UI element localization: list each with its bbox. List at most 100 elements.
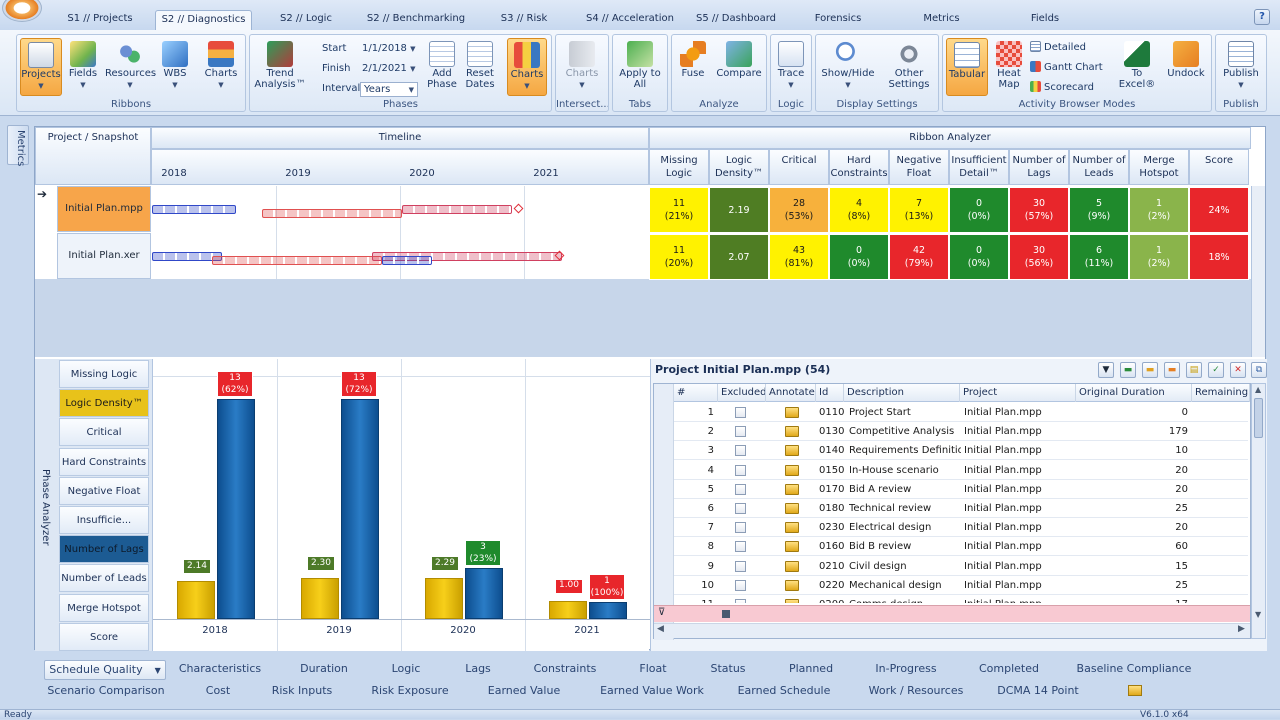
analyzer-cell[interactable]: 2.19 xyxy=(709,187,769,233)
grid-col-4[interactable]: Description xyxy=(844,384,960,402)
add-phase-button[interactable]: Add Phase xyxy=(424,38,460,96)
bar-logic-density-2019[interactable] xyxy=(301,578,339,619)
excluded-checkbox[interactable] xyxy=(735,407,746,418)
tab-fields[interactable]: Fields xyxy=(1018,10,1072,30)
analyzer-col-0[interactable]: Missing Logic xyxy=(649,149,709,185)
analyzer-cell[interactable]: 24% xyxy=(1189,187,1249,233)
analyzer-cell[interactable]: 6 (11%) xyxy=(1069,234,1129,280)
analyzer-cell[interactable]: 2.07 xyxy=(709,234,769,280)
excluded-checkbox[interactable] xyxy=(735,579,746,591)
tab-s2-diagnostics[interactable]: S2 // Diagnostics xyxy=(155,10,252,30)
bottom-tab2-2[interactable]: Risk Inputs xyxy=(262,683,342,701)
excluded-checkbox[interactable] xyxy=(735,426,746,438)
table-row[interactable]: 6 0180 Technical review Initial Plan.mpp 25 xyxy=(674,499,1248,518)
analyzer-cell[interactable]: 18% xyxy=(1189,234,1249,280)
analyzer-cell[interactable]: 4 (8%) xyxy=(829,187,889,233)
annotate-folder-icon[interactable] xyxy=(785,560,799,572)
help-icon[interactable]: ? xyxy=(1254,9,1270,25)
tab-s4-acceleration[interactable]: S4 // Acceleration xyxy=(577,10,683,30)
bar-number-of-lags-2019[interactable] xyxy=(341,399,379,619)
bar-logic-density-2018[interactable] xyxy=(177,581,215,619)
tab-s2-logic[interactable]: S2 // Logic xyxy=(262,10,350,30)
table-row[interactable]: 11 0200 Comms designInitial Plan.mpp17 xyxy=(674,595,1248,603)
analyzer-col-6[interactable]: Number of Lags xyxy=(1009,149,1069,185)
snapshot-initial-plan-mpp[interactable]: Initial Plan.mpp xyxy=(57,186,151,232)
projects-button[interactable]: Projects ▼ xyxy=(20,38,62,96)
excluded-checkbox[interactable] xyxy=(735,560,746,572)
table-row[interactable]: 10 0220 Mechanical design Initial Plan.mpp 2… xyxy=(674,576,1248,595)
to-excel-button[interactable]: To Excel® xyxy=(1115,38,1159,96)
gantt-bar[interactable] xyxy=(212,256,382,265)
grid-col-7[interactable]: Remaining D xyxy=(1192,384,1250,402)
filter-icon[interactable]: ▼ xyxy=(1098,362,1114,378)
trace-button[interactable]: Trace ▼ xyxy=(773,38,809,96)
tab-s3-risk[interactable]: S3 // Risk xyxy=(488,10,560,30)
bar-logic-density-2021[interactable] xyxy=(549,601,587,619)
excluded-checkbox[interactable] xyxy=(735,445,746,457)
analyzer-cell[interactable]: 5 (9%) xyxy=(1069,187,1129,233)
analyzer-col-9[interactable]: Score xyxy=(1189,149,1249,185)
charts-button[interactable]: Charts ▼ xyxy=(201,38,241,96)
delete-icon[interactable]: ✕ xyxy=(1230,362,1246,378)
analyzer-col-7[interactable]: Number of Leads xyxy=(1069,149,1129,185)
tab-forensics[interactable]: Forensics xyxy=(806,10,870,30)
bottom-tab2-3[interactable]: Risk Exposure xyxy=(362,683,458,701)
bar-logic-density-2020[interactable] xyxy=(425,578,463,619)
table-row[interactable]: 8 0160 Bid B review Initial Plan.mpp 60 xyxy=(674,537,1248,557)
bottom-tab-1[interactable]: Characteristics xyxy=(170,660,270,680)
bottom-tab2-4[interactable]: Earned Value xyxy=(478,683,570,701)
gantt-chart-button[interactable]: Gantt Chart xyxy=(1030,61,1103,73)
bottom-tab-2[interactable]: Duration xyxy=(290,660,358,680)
grid-col-6[interactable]: Original Duration xyxy=(1076,384,1192,402)
table-row[interactable]: 3 0140 Requirements Definition Initial Plan… xyxy=(674,441,1248,461)
upper-scrollbar[interactable] xyxy=(1251,186,1265,357)
excluded-checkbox[interactable] xyxy=(735,464,746,476)
phase-metric-2[interactable]: Critical xyxy=(59,418,149,447)
annotate-folder-icon[interactable] xyxy=(785,426,799,438)
analyzer-cell[interactable]: 30 (57%) xyxy=(1009,187,1069,233)
metrics-side-tab[interactable]: Metrics xyxy=(7,125,29,166)
start-date-value[interactable]: 1/1/2018 ▼ xyxy=(362,43,416,54)
bottom-tab-5[interactable]: Constraints xyxy=(520,660,610,680)
table-row[interactable]: 5 0170 Bid A review Initial Plan.mpp 20 xyxy=(674,480,1248,499)
excluded-checkbox[interactable] xyxy=(735,483,746,495)
table-row[interactable]: 7 0230 Electrical design Initial Plan.mpp 20 xyxy=(674,518,1248,538)
analyzer-cell[interactable]: 1 (2%) xyxy=(1129,187,1189,233)
chevron-down-icon[interactable]: ▼ xyxy=(155,666,161,675)
other-settings-button[interactable]: Other Settings xyxy=(882,38,936,96)
tab-metrics[interactable]: Metrics xyxy=(914,10,969,30)
bottom-tab-3[interactable]: Logic xyxy=(378,660,434,680)
phase-metric-8[interactable]: Merge Hotspot xyxy=(59,593,149,622)
phase-metric-1[interactable]: Logic Density™ xyxy=(59,389,149,418)
excluded-checkbox[interactable] xyxy=(735,541,746,553)
analyzer-cell[interactable]: 0 (0%) xyxy=(949,187,1009,233)
checkmark-icon[interactable]: ✓ xyxy=(1208,362,1224,378)
group-icon[interactable]: ▬ xyxy=(1164,362,1180,378)
bottom-tab-11[interactable]: Baseline Compliance xyxy=(1072,660,1196,680)
tab-s2-benchmarking[interactable]: S2 // Benchmarking xyxy=(360,10,472,30)
gantt-bar[interactable] xyxy=(382,256,432,265)
annotate-folder-icon[interactable] xyxy=(785,407,799,418)
excluded-checkbox[interactable] xyxy=(735,599,746,603)
phase-metric-4[interactable]: Negative Float xyxy=(59,476,149,505)
heat-map-button[interactable]: Heat Map xyxy=(991,38,1027,96)
analyzer-col-8[interactable]: Merge Hotspot xyxy=(1129,149,1189,185)
analyzer-col-5[interactable]: Insufficient Detail™ xyxy=(949,149,1009,185)
resources-button[interactable]: Resources ▼ xyxy=(105,38,156,96)
trend-analysis-button[interactable]: Trend Analysis™ xyxy=(253,38,307,96)
annotate-folder-icon[interactable] xyxy=(785,541,799,553)
compare-button[interactable]: Compare xyxy=(714,38,764,96)
annotate-folder-icon[interactable] xyxy=(785,579,799,591)
copy-icon[interactable]: ⧉ xyxy=(1251,362,1267,378)
analyzer-col-4[interactable]: Negative Float xyxy=(889,149,949,185)
bottom-tab2-7[interactable]: Work / Resources xyxy=(858,683,974,701)
annotate-folder-icon[interactable] xyxy=(785,445,799,457)
gantt-bar[interactable] xyxy=(262,209,402,218)
phase-metric-9[interactable]: Score xyxy=(59,622,149,651)
gantt-bar[interactable] xyxy=(402,205,512,214)
table-row[interactable]: 9 0210 Civil design Initial Plan.mpp 15 xyxy=(674,557,1248,576)
grid-col-5[interactable]: Project xyxy=(960,384,1076,402)
analyzer-cell[interactable]: 0 (0%) xyxy=(949,234,1009,280)
reset-dates-button[interactable]: Reset Dates xyxy=(462,38,498,96)
tab-s1-projects[interactable]: S1 // Projects xyxy=(52,10,148,30)
